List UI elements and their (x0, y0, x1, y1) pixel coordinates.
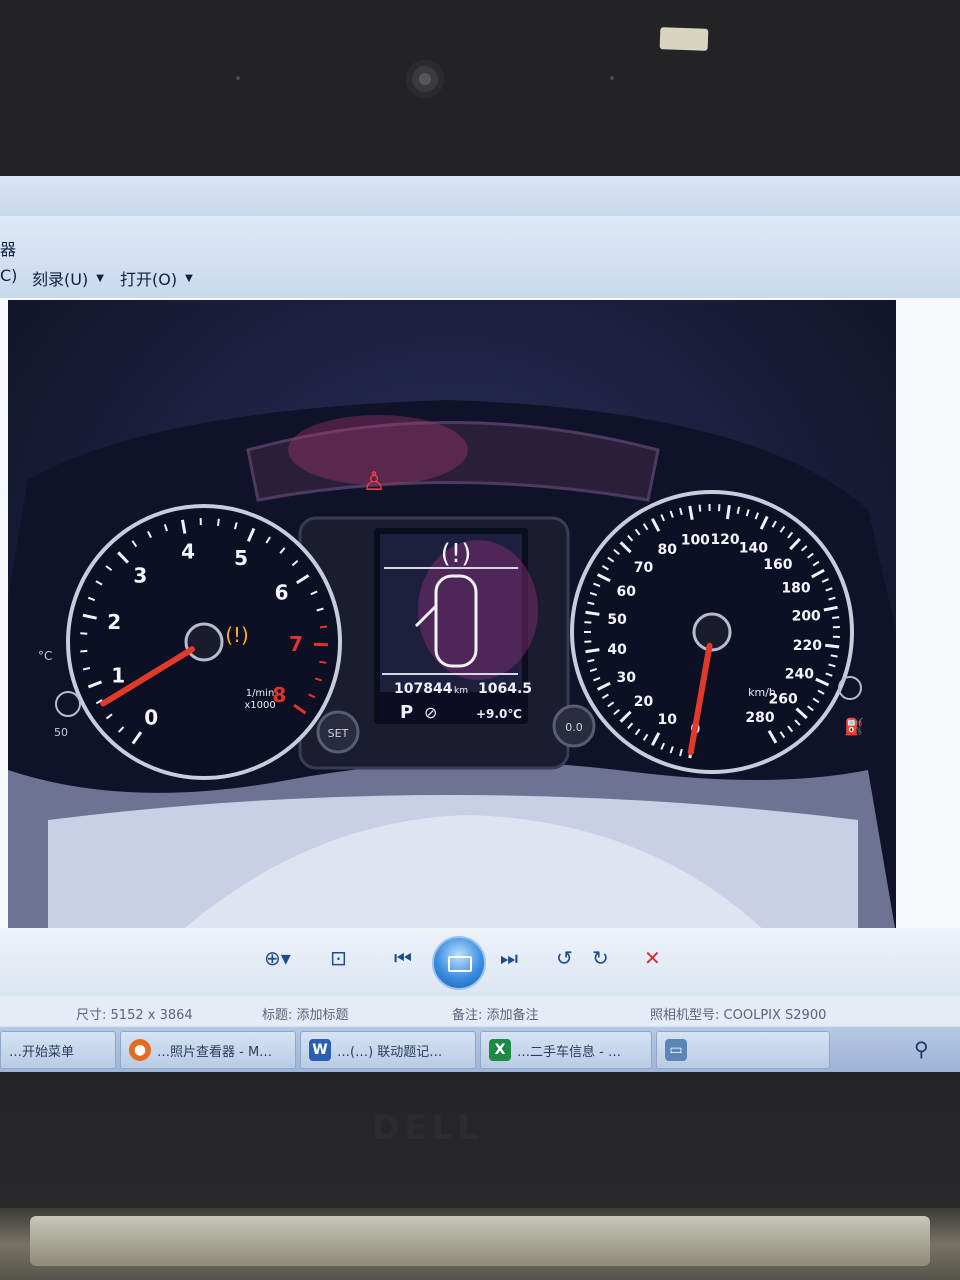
speedometer-number: 120 (710, 532, 739, 548)
chevron-down-icon: ▼ (96, 272, 104, 284)
speedometer-number: 160 (763, 557, 792, 573)
info-bar: 尺寸: 5152 x 3864 标题: 添加标题 备注: 添加备注 照相机型号:… (0, 996, 960, 1026)
speedometer-tick (830, 654, 838, 658)
speedometer-tick (585, 610, 600, 616)
cruise-icon: ⊘ (424, 703, 437, 722)
fuel-pump-icon: ⛽ (844, 717, 864, 736)
tachometer-tick (319, 660, 327, 664)
tachometer-tick (319, 625, 328, 629)
title-info[interactable]: 标题: 添加标题 (262, 1004, 349, 1023)
menu-open[interactable]: 打开(O) ▼ (120, 266, 193, 290)
rotate-right-icon[interactable]: ↻ (592, 946, 609, 970)
speedometer-number: 280 (745, 710, 774, 726)
menu-burn-label: 刻录(U) (32, 270, 89, 289)
tachometer-number: 0 (144, 705, 158, 729)
tach-multiplier-label: x1000 (244, 700, 275, 711)
speedometer-number: 30 (616, 670, 636, 686)
speedometer-tick (832, 616, 840, 619)
dashboard-photo: 012345678 010203040506070801001201401601… (8, 300, 896, 934)
speedometer-tick (584, 621, 592, 624)
seatbelt-warning-icon: ♙ (362, 467, 385, 497)
tachometer-tick (80, 649, 88, 653)
fit-icon[interactable]: ⊡ (330, 946, 347, 970)
tyre-pressure-warning-icon: (!) (225, 623, 249, 647)
laptop-screen: 器 C) 刻录(U) ▼ 打开(O) ▼ 0 1 2 3 4 5 6 7 8 1… (0, 176, 960, 1072)
excel-icon: X (489, 1039, 511, 1061)
speedometer-tick (825, 643, 840, 649)
menu-burn[interactable]: 刻录(U) ▼ (32, 266, 104, 290)
speedometer-number: 40 (607, 642, 627, 658)
firefox-icon: ● (129, 1039, 151, 1061)
tachometer-number: 2 (107, 610, 121, 634)
previous-icon[interactable]: ⏮ (394, 946, 412, 970)
tachometer-number: 5 (234, 546, 248, 570)
chevron-down-icon: ▼ (185, 272, 193, 284)
next-icon[interactable]: ⏭ (500, 946, 518, 970)
taskbar-item[interactable]: …开始菜单 (0, 1031, 116, 1069)
taskbar-item-word[interactable]: W …(…) 联动题记… (300, 1031, 476, 1069)
speedometer-number: 140 (739, 540, 768, 556)
speedometer-tick (584, 640, 592, 643)
odometer-value: 107844 (394, 681, 453, 697)
microphone-left (236, 76, 240, 80)
speedometer-number: 70 (634, 560, 654, 576)
taskbar-item-firefox[interactable]: ● …照片查看器 - M… (120, 1031, 296, 1069)
photo-viewer-icon: ▭ (665, 1039, 687, 1061)
window-title-bar (0, 176, 960, 216)
rotate-left-icon[interactable]: ↺ (556, 946, 573, 970)
search-icon[interactable]: ⚲ (914, 1037, 929, 1061)
camera-info: 照相机型号: COOLPIX S2900 (650, 1008, 827, 1023)
tyre-pressure-icon: (!) (441, 539, 472, 569)
menu-open-label: 打开(O) (120, 270, 178, 289)
trip-set-label: SET (328, 727, 349, 740)
tachometer-tick (217, 518, 220, 526)
coolant-temp-value: 50 (54, 726, 68, 739)
coolant-temp-label: °C (38, 649, 52, 663)
word-icon: W (309, 1039, 331, 1061)
dell-logo: DELL (372, 1108, 483, 1148)
speedometer-number: 100 (681, 532, 710, 548)
speedometer-tick (585, 648, 600, 654)
laptop-bezel: 器 C) 刻录(U) ▼ 打开(O) ▼ 0 1 2 3 4 5 6 7 8 1… (0, 0, 960, 1280)
tachometer-number: 3 (133, 564, 147, 588)
tachometer-number: 4 (181, 539, 195, 563)
speed-unit-label: km/h (748, 686, 776, 699)
tachometer-hub (184, 622, 224, 662)
speedometer-number: 240 (785, 667, 814, 683)
microphone-right (610, 76, 614, 80)
speedometer-number: 200 (792, 608, 821, 624)
menu-item-clipped[interactable]: C) (0, 266, 17, 285)
dashboard-svg: 012345678 010203040506070801001201401601… (8, 400, 896, 934)
trip-reset-label: 0.0 (565, 721, 583, 734)
tachometer-number: 1 (111, 663, 125, 687)
laptop-hinge-bar (30, 1216, 930, 1266)
speedometer-tick (725, 504, 731, 520)
trip-value: 1064.5 (478, 681, 532, 697)
outside-temperature: +9.0℃ (476, 707, 522, 721)
delete-icon[interactable]: ✕ (644, 946, 661, 970)
speedometer-number: 20 (634, 694, 654, 710)
speedometer-number: 10 (658, 712, 678, 728)
slideshow-button[interactable] (432, 936, 486, 990)
window-title-clipped: 器 (0, 240, 17, 259)
note-info[interactable]: 备注: 添加备注 (452, 1004, 539, 1023)
zoom-icon[interactable]: ⊕▾ (264, 946, 291, 970)
webcam (406, 60, 444, 98)
tach-unit-label: 1/min (246, 688, 275, 699)
speedometer-number: 80 (658, 542, 678, 558)
speedometer-number: 60 (616, 584, 636, 600)
odometer-unit: km (454, 686, 468, 696)
gear-indicator: P (400, 702, 413, 723)
speedometer-tick (698, 504, 702, 512)
size-info: 尺寸: 5152 x 3864 (76, 1008, 193, 1023)
speedometer-number: 220 (793, 638, 822, 654)
tachometer-number: 6 (275, 581, 289, 605)
taskbar-item-excel[interactable]: X …二手车信息 - … (480, 1031, 652, 1069)
bezel-sticker (659, 27, 709, 51)
tachometer-number: 7 (289, 632, 303, 656)
speedometer-number: 50 (607, 612, 627, 628)
taskbar: …开始菜单 ● …照片查看器 - M… W …(…) 联动题记… X …二手车信… (0, 1026, 960, 1072)
speedometer-number: 180 (781, 581, 810, 597)
taskbar-item-photo-viewer[interactable]: ▭ (656, 1031, 830, 1069)
